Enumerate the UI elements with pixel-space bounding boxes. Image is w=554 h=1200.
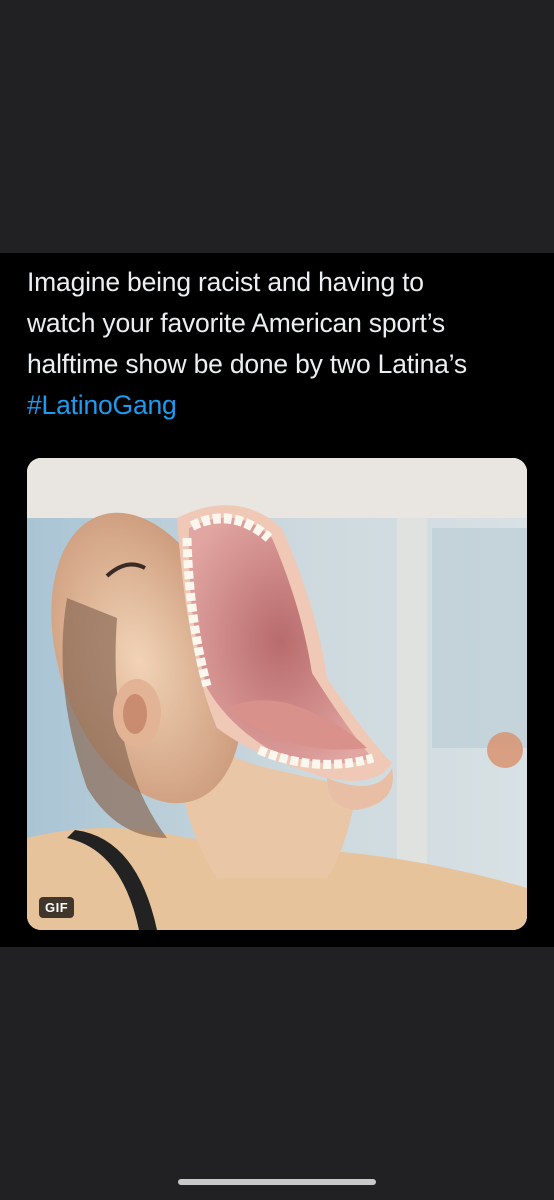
- top-blank-area: [0, 0, 554, 253]
- hashtag-link[interactable]: #LatinoGang: [27, 385, 537, 426]
- gif-badge: GIF: [39, 897, 75, 918]
- tweet-text-line-1: Imagine being racist and having to: [27, 267, 424, 297]
- tweet-text: Imagine being racist and having to watch…: [27, 262, 537, 426]
- bottom-blank-area: [0, 947, 554, 1200]
- gif-image: [27, 458, 527, 930]
- home-indicator[interactable]: [178, 1179, 376, 1185]
- gif-media[interactable]: GIF: [27, 458, 527, 930]
- tweet-text-line-2: watch your favorite American sport’s: [27, 308, 445, 338]
- tweet-text-line-3: halftime show be done by two Latina’s: [27, 349, 467, 379]
